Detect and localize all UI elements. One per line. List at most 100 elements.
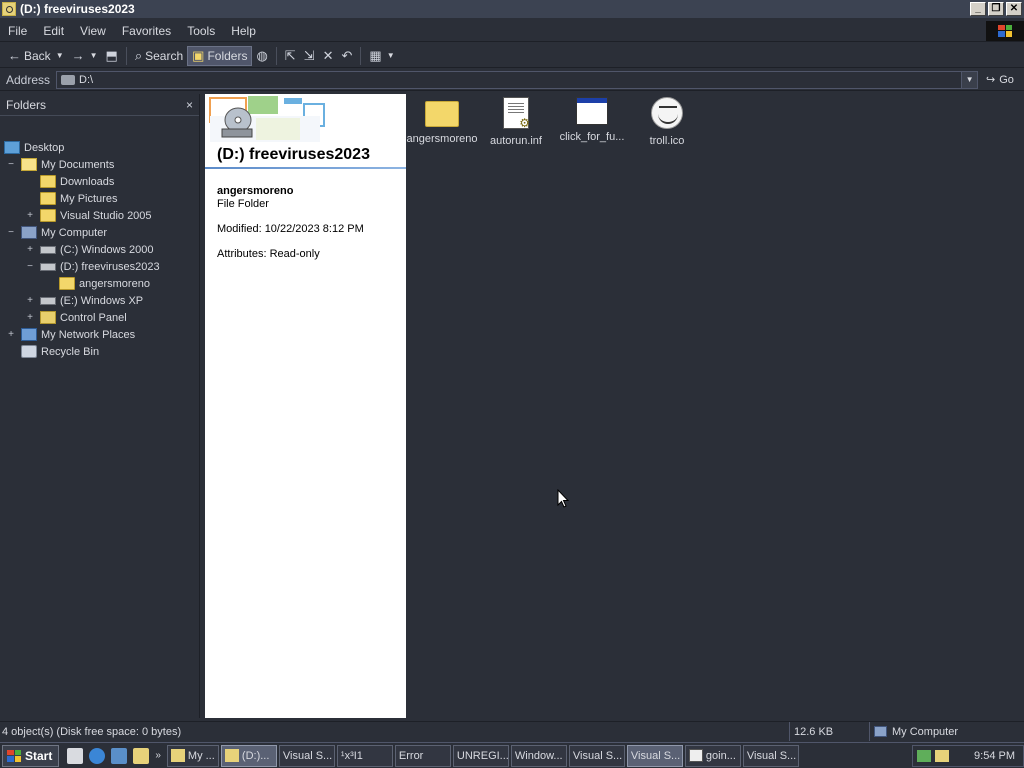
internet-explorer-icon[interactable]: [89, 747, 106, 764]
forward-dropdown-icon[interactable]: ▼: [90, 51, 98, 60]
task-unregistered[interactable]: UNREGI...: [452, 744, 509, 767]
tree-item-d-drive[interactable]: − (D:) freeviruses2023: [25, 258, 160, 275]
tree-item-downloads[interactable]: Downloads: [40, 173, 114, 190]
selected-item-type: File Folder: [217, 198, 269, 210]
tree-item-control-panel[interactable]: + Control Panel: [25, 309, 127, 326]
collapse-icon[interactable]: −: [6, 159, 16, 170]
tree-item-e-drive[interactable]: + (E:) Windows XP: [25, 292, 143, 309]
tree-item-visual-studio-2005[interactable]: + Visual Studio 2005: [25, 207, 152, 224]
expand-icon[interactable]: +: [25, 312, 35, 323]
outlook-express-icon[interactable]: [111, 747, 128, 764]
tree-item-c-drive[interactable]: + (C:) Windows 2000: [25, 241, 153, 258]
tree-item-my-pictures[interactable]: My Pictures: [40, 190, 117, 207]
title-divider: [205, 167, 406, 169]
close-button[interactable]: ✕: [1006, 2, 1022, 16]
tree-item-desktop[interactable]: Desktop: [4, 139, 64, 156]
tree-item-label: angersmoreno: [79, 277, 150, 290]
tree-item-label: (E:) Windows XP: [60, 294, 144, 307]
undo-button[interactable]: ↶: [338, 46, 357, 66]
task-label: Visual S...: [572, 749, 623, 762]
forward-button[interactable]: → ▼: [68, 46, 102, 66]
task-window[interactable]: Window...: [510, 744, 567, 767]
views-dropdown-icon[interactable]: ▼: [387, 51, 395, 60]
expand-icon[interactable]: +: [25, 210, 35, 221]
taskbar-buttons: My ... (D:)... Visual S... ¹x³I1 Error U…: [166, 744, 799, 767]
up-folder-button[interactable]: ⬒: [102, 46, 122, 66]
copy-to-button[interactable]: ⇲: [300, 46, 319, 66]
file-item-troll-ico[interactable]: troll.ico: [631, 97, 703, 147]
status-size: 12.6 KB: [790, 722, 870, 741]
explorer-tray-icon[interactable]: [935, 749, 949, 762]
folders-panel-title: Folders: [6, 97, 47, 112]
restore-button[interactable]: ❐: [988, 2, 1004, 16]
network-places-icon: [21, 328, 37, 341]
show-desktop-icon[interactable]: [67, 747, 84, 764]
collapse-icon[interactable]: −: [6, 227, 16, 238]
tree-item-label: (D:) freeviruses2023: [60, 260, 160, 273]
task-visual-studio-active[interactable]: Visual S...: [626, 744, 683, 767]
address-input[interactable]: D:\ ▼: [56, 70, 979, 89]
expand-icon[interactable]: +: [6, 329, 16, 340]
menu-tools[interactable]: Tools: [179, 24, 223, 38]
undo-icon: ↶: [341, 47, 353, 63]
views-button[interactable]: ▦ ▼: [365, 46, 398, 66]
more-quick-launch-icon[interactable]: »: [155, 750, 161, 761]
move-to-button[interactable]: ⇱: [281, 46, 300, 66]
task-d-drive[interactable]: (D:)...: [220, 744, 277, 767]
file-item-angersmoreno[interactable]: angersmoreno: [406, 97, 478, 145]
task-notepad[interactable]: goin...: [684, 744, 741, 767]
folders-panel-header: Folders ×: [0, 94, 199, 116]
file-item-autorun[interactable]: autorun.inf: [480, 97, 552, 147]
address-bar: Address D:\ ▼ ↪ Go: [0, 69, 1024, 91]
minimize-button[interactable]: _: [970, 2, 986, 16]
menu-bar: File Edit View Favorites Tools Help: [0, 20, 1024, 42]
file-item-click-for-fun[interactable]: click_for_fu...: [556, 97, 628, 143]
explorer-icon: [170, 749, 185, 762]
collapse-icon[interactable]: −: [25, 261, 35, 272]
drive-icon: [40, 296, 56, 305]
go-button[interactable]: ↪ Go: [978, 73, 1022, 87]
clock[interactable]: 9:54 PM: [974, 750, 1015, 762]
tree-item-label: My Network Places: [41, 328, 136, 341]
file-list[interactable]: angersmoreno autorun.inf click_for_fu...…: [406, 94, 1024, 718]
my-documents-icon: [21, 158, 37, 171]
delete-button[interactable]: ✕: [319, 46, 338, 66]
tree-item-recycle-bin[interactable]: Recycle Bin: [21, 343, 99, 360]
task-visual-studio[interactable]: Visual S...: [568, 744, 625, 767]
explorer-icon: [224, 749, 239, 762]
back-button[interactable]: ← Back ▼: [4, 46, 68, 66]
task-visual-studio[interactable]: Visual S...: [278, 744, 335, 767]
task-label: Visual S...: [746, 749, 797, 762]
menu-favorites[interactable]: Favorites: [114, 24, 179, 38]
history-button[interactable]: ◍: [252, 46, 271, 66]
windows-logo: [986, 20, 1024, 41]
explorer-window-icon[interactable]: [2, 2, 16, 16]
expand-icon[interactable]: +: [25, 244, 35, 255]
back-dropdown-icon[interactable]: ▼: [56, 51, 64, 60]
back-label: Back: [24, 48, 51, 63]
menu-edit[interactable]: Edit: [35, 24, 72, 38]
close-folders-panel-icon[interactable]: ×: [186, 98, 193, 112]
task-visual-studio[interactable]: Visual S...: [742, 744, 799, 767]
expand-icon[interactable]: +: [25, 295, 35, 306]
tree-item-my-computer[interactable]: − My Computer: [6, 224, 107, 241]
title-bar[interactable]: (D:) freeviruses2023 _ ❐ ✕: [0, 0, 1024, 18]
tree-item-my-network-places[interactable]: + My Network Places: [6, 326, 135, 343]
folders-button[interactable]: ▣ Folders: [187, 45, 253, 66]
menu-view[interactable]: View: [72, 24, 114, 38]
start-button[interactable]: Start: [2, 744, 60, 767]
tree-item-angersmoreno[interactable]: angersmoreno: [59, 275, 150, 292]
tree-item-label: Control Panel: [60, 311, 127, 324]
search-button[interactable]: ⌕ Search: [131, 46, 187, 66]
explorer-icon[interactable]: [133, 747, 150, 764]
task-my-documents[interactable]: My ...: [166, 744, 219, 767]
tree-item-label: Recycle Bin: [41, 345, 100, 358]
menu-help[interactable]: Help: [223, 24, 264, 38]
network-tray-icon[interactable]: [917, 749, 931, 762]
menu-file[interactable]: File: [0, 24, 35, 38]
task-label: goin...: [705, 749, 736, 762]
tree-item-my-documents[interactable]: − My Documents: [6, 156, 114, 173]
task-error[interactable]: Error: [394, 744, 451, 767]
address-dropdown-icon[interactable]: ▼: [961, 71, 978, 88]
task-unknown[interactable]: ¹x³I1: [336, 744, 393, 767]
